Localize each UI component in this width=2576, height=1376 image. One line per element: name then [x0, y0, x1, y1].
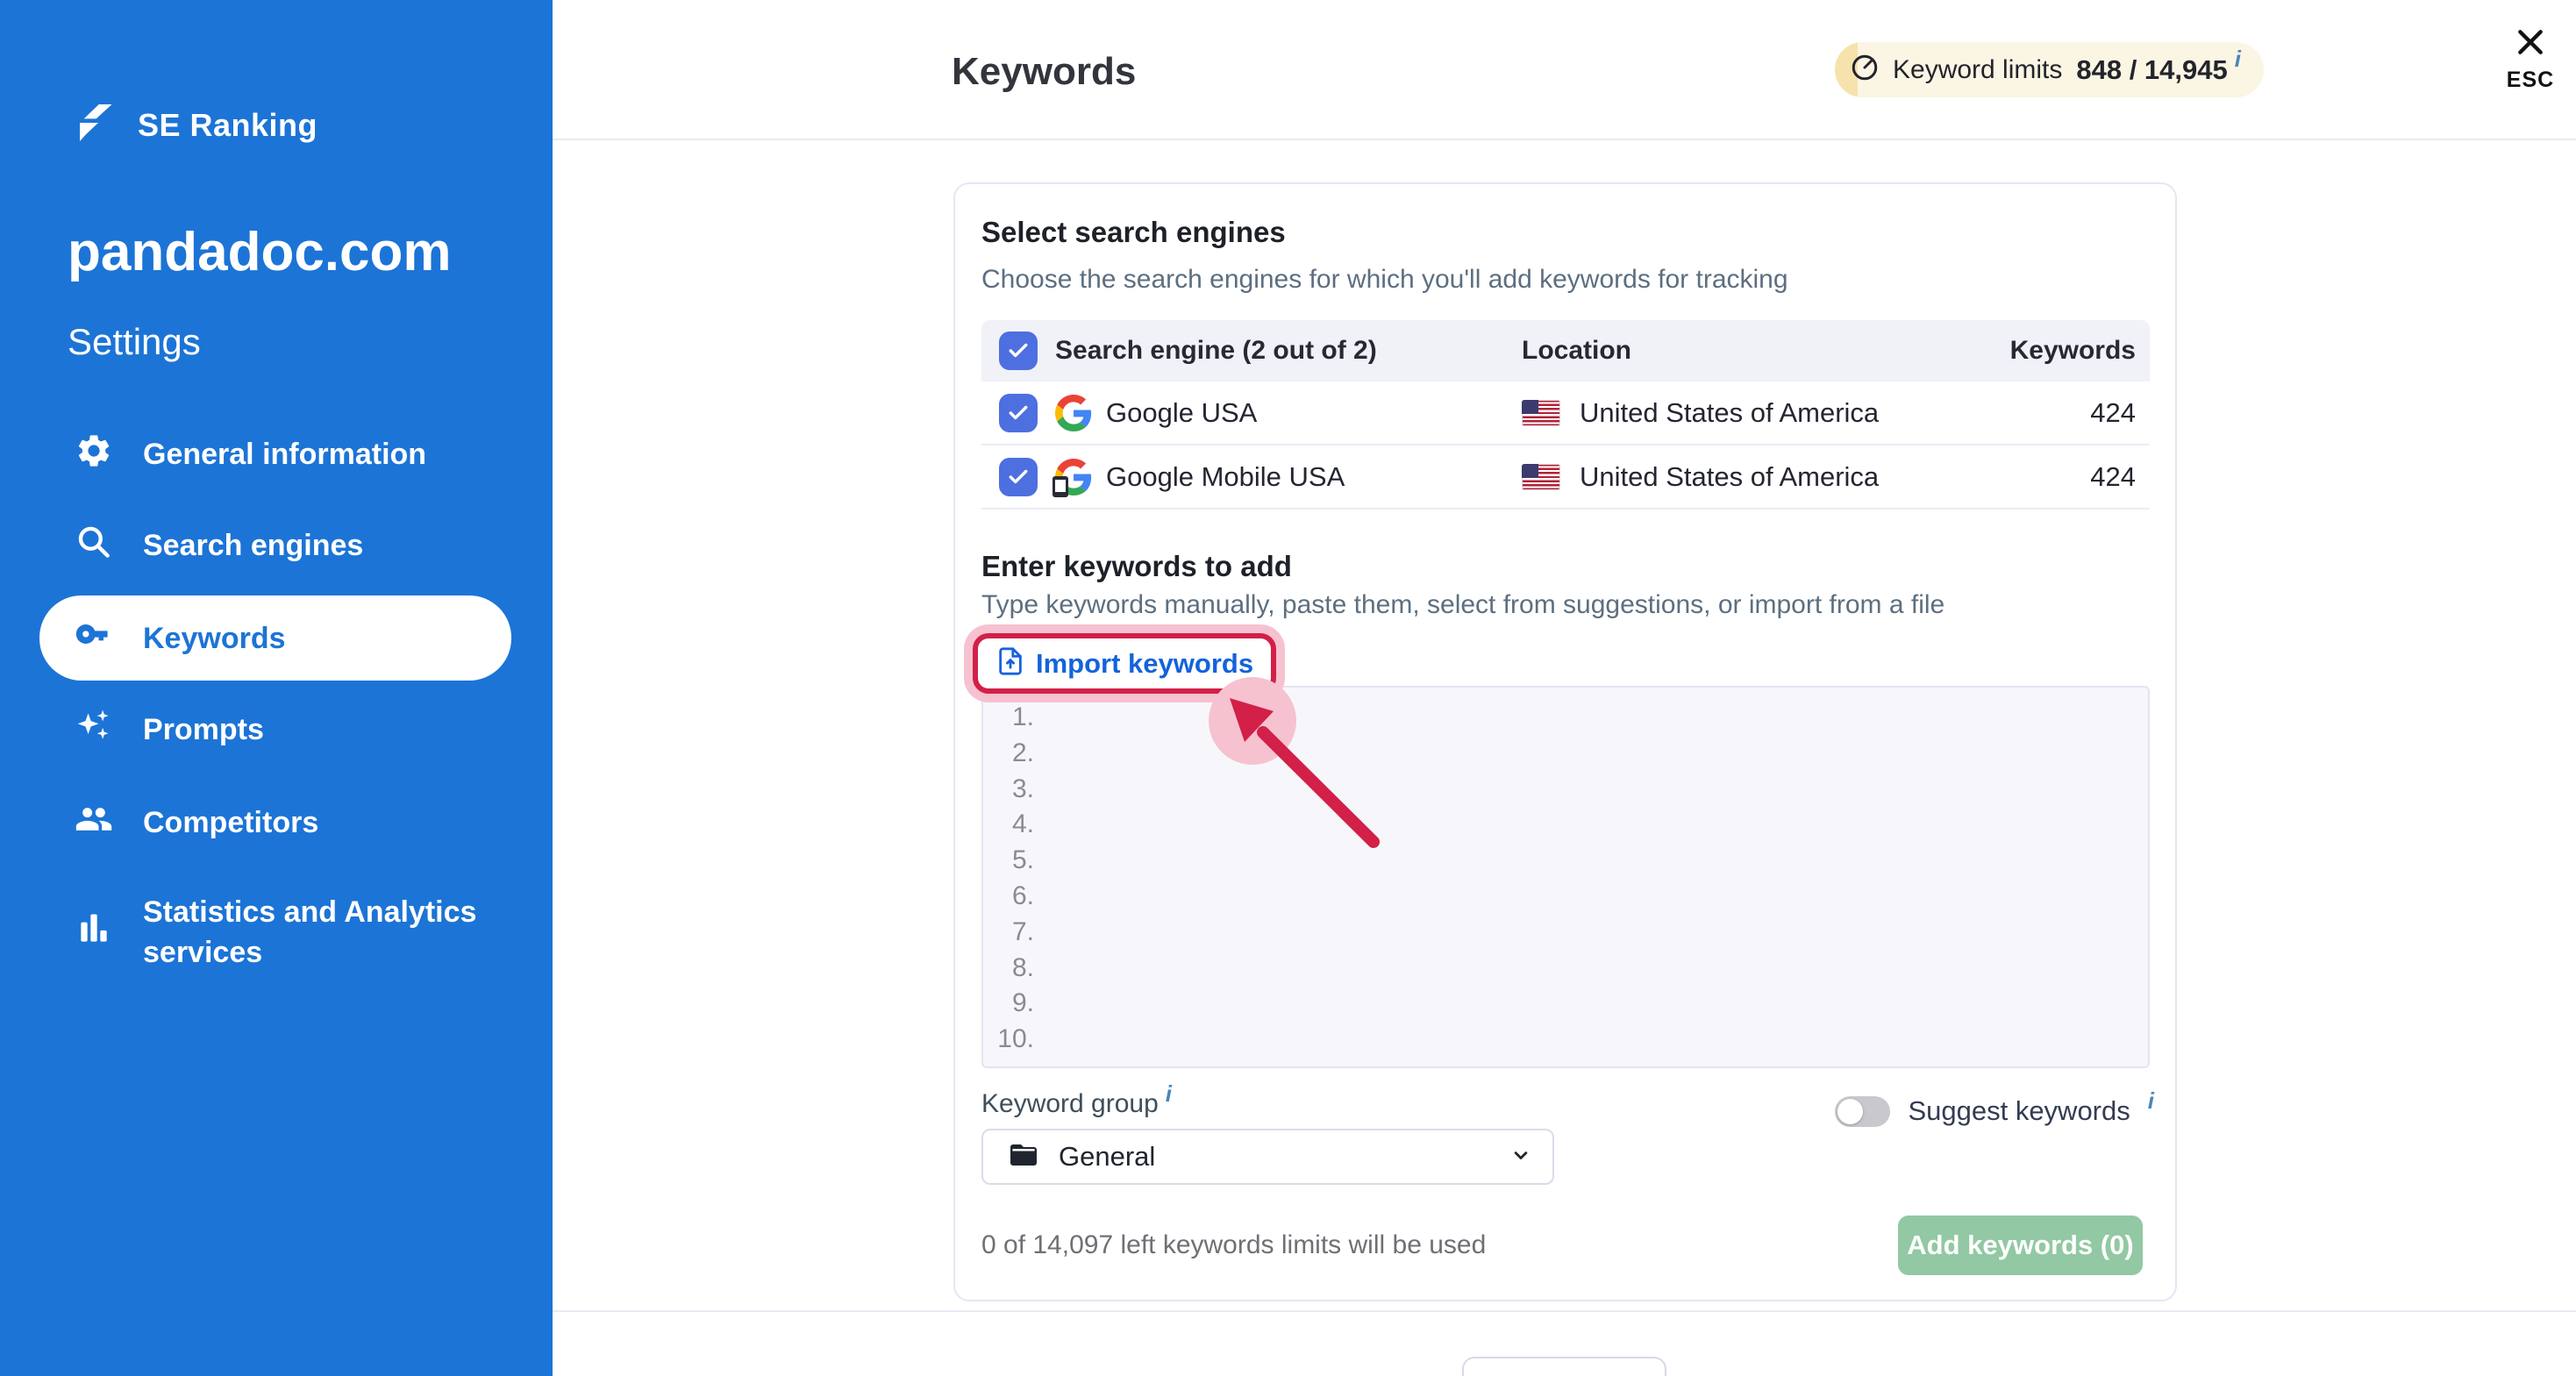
sidebar-item-competitors[interactable]: Competitors: [39, 788, 511, 858]
keywords-count: 424: [2090, 461, 2136, 493]
keywords-textarea[interactable]: 1. 2. 3. 4. 5. 6. 7. 8. 9. 10.: [981, 686, 2150, 1068]
keyword-limits-label: Keyword limits: [1893, 55, 2062, 85]
location-name: United States of America: [1580, 397, 1879, 429]
column-header-location: Location: [1522, 336, 1631, 366]
chevron-down-icon: [1509, 1143, 1533, 1172]
sidebar-item-label: General information: [143, 434, 426, 474]
engine-name: Google Mobile USA: [1106, 461, 1345, 493]
import-keywords-button[interactable]: Import keywords: [973, 633, 1276, 694]
suggest-keywords-label: Suggest keywords: [1908, 1095, 2130, 1127]
line-number: 5.: [983, 843, 1034, 879]
column-header-engine: Search engine (2 out of 2): [1055, 336, 1377, 366]
add-keywords-card: Select search engines Choose the search …: [953, 182, 2177, 1301]
table-header-row: Search engine (2 out of 2) Location Keyw…: [981, 320, 2150, 381]
suggest-keywords-row: Suggest keywords i: [1835, 1095, 2154, 1127]
add-keywords-button[interactable]: Add keywords (0): [1898, 1216, 2143, 1275]
usa-flag-icon: [1522, 464, 1560, 490]
select-all-checkbox[interactable]: [999, 332, 1038, 370]
file-upload-icon: [995, 646, 1025, 681]
line-number: 2.: [983, 736, 1034, 772]
gear-icon: [75, 431, 113, 478]
row-checkbox[interactable]: [999, 394, 1038, 432]
people-icon: [75, 800, 113, 846]
keyword-limits-value: 848 / 14,945: [2076, 54, 2227, 86]
project-title: pandadoc.com: [68, 221, 452, 283]
select-search-engines-description: Choose the search engines for which you'…: [981, 265, 1788, 295]
line-number: 6.: [983, 879, 1034, 915]
keyword-group-select[interactable]: General: [981, 1129, 1554, 1185]
keyword-group-label: Keyword groupi: [981, 1089, 1172, 1119]
folder-icon: [1008, 1139, 1039, 1175]
page-title: Keywords: [952, 50, 1136, 94]
search-icon: [75, 523, 113, 569]
line-number: 4.: [983, 807, 1034, 843]
line-number: 1.: [983, 700, 1034, 736]
line-number: 7.: [983, 915, 1034, 951]
sidebar-item-keywords[interactable]: Keywords: [39, 595, 511, 681]
location-name: United States of America: [1580, 461, 1879, 493]
key-icon: [75, 615, 113, 661]
sparkles-icon: [75, 707, 113, 753]
line-number: 3.: [983, 772, 1034, 808]
line-number: 8.: [983, 951, 1034, 987]
google-mobile-icon: [1055, 459, 1092, 496]
enter-keywords-heading: Enter keywords to add: [981, 550, 1292, 583]
sidebar-item-search-engines[interactable]: Search engines: [39, 510, 511, 581]
row-checkbox[interactable]: [999, 458, 1038, 496]
sidebar: SE Ranking pandadoc.com Settings General…: [0, 0, 553, 1376]
sidebar-item-statistics-analytics[interactable]: Statistics and Analytics services: [39, 871, 511, 994]
import-keywords-label: Import keywords: [1036, 648, 1253, 680]
esc-label: ESC: [2495, 68, 2565, 93]
gauge-icon: [1849, 52, 1880, 88]
keyword-limits-usage-text: 0 of 14,097 left keywords limits will be…: [981, 1230, 1486, 1260]
brand-name: SE Ranking: [138, 107, 318, 144]
sidebar-item-general-information[interactable]: General information: [39, 419, 511, 489]
bottom-divider: [553, 1310, 2576, 1312]
search-engines-table: Search engine (2 out of 2) Location Keyw…: [981, 320, 2150, 510]
google-icon: [1055, 395, 1092, 431]
keyword-limits-badge: Keyword limits 848 / 14,945 i: [1835, 42, 2264, 97]
usa-flag-icon: [1522, 400, 1560, 426]
enter-keywords-description: Type keywords manually, paste them, sele…: [981, 590, 1944, 620]
sidebar-item-label: Keywords: [143, 618, 286, 659]
table-row[interactable]: Google Mobile USA United States of Ameri…: [981, 446, 2150, 510]
modal-header: Keywords Keyword limits 848 / 14,945 i E…: [553, 0, 2576, 140]
info-icon[interactable]: i: [2235, 46, 2241, 73]
sidebar-item-label: Search engines: [143, 525, 363, 566]
sidebar-item-label: Statistics and Analytics services: [143, 892, 511, 973]
import-keywords-annotation: Import keywords: [973, 633, 1276, 694]
close-button[interactable]: ESC: [2495, 25, 2565, 93]
info-icon[interactable]: i: [2148, 1087, 2154, 1115]
se-ranking-logo-icon: [68, 98, 117, 152]
toggle-knob: [1837, 1099, 1863, 1124]
sidebar-item-prompts[interactable]: Prompts: [39, 695, 511, 765]
sidebar-item-label: Competitors: [143, 802, 318, 843]
bottom-partial-panel: [1462, 1357, 1666, 1376]
brand: SE Ranking: [68, 98, 318, 152]
keywords-count: 424: [2090, 397, 2136, 429]
suggest-keywords-toggle[interactable]: [1835, 1096, 1890, 1127]
column-header-keywords: Keywords: [2010, 336, 2136, 366]
table-row[interactable]: Google USA United States of America 424: [981, 381, 2150, 446]
close-icon: [2513, 48, 2548, 63]
bar-chart-icon: [75, 909, 113, 956]
section-title: Settings: [68, 321, 201, 363]
info-icon[interactable]: i: [1166, 1080, 1172, 1107]
select-search-engines-heading: Select search engines: [981, 216, 1286, 249]
sidebar-item-label: Prompts: [143, 709, 264, 750]
keywords-settings-modal: SE Ranking pandadoc.com Settings General…: [0, 0, 2576, 1376]
line-number: 9.: [983, 986, 1034, 1022]
line-number: 10.: [983, 1022, 1034, 1058]
engine-name: Google USA: [1106, 397, 1257, 429]
keyword-group-value: General: [1059, 1141, 1155, 1173]
